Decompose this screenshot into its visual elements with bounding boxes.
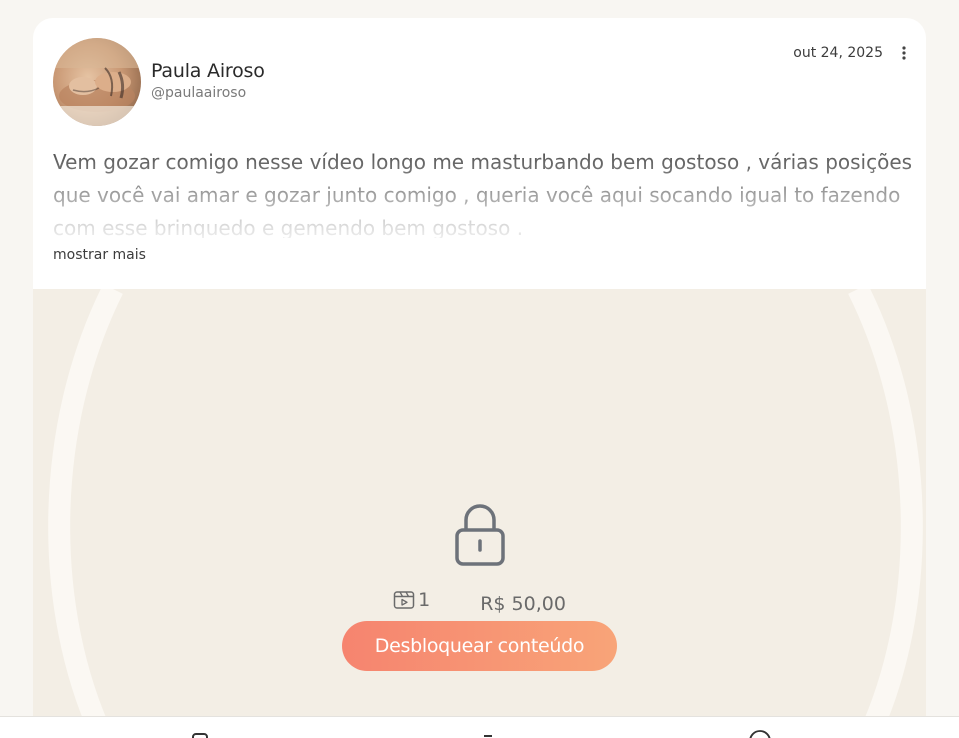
locked-media: 1 R$ 50,00 Desbloquear conteúdo bbox=[33, 289, 926, 738]
author-name[interactable]: Paula Airoso bbox=[151, 60, 265, 82]
show-more-link[interactable]: mostrar mais bbox=[53, 247, 146, 263]
author-handle[interactable]: @paulaairoso bbox=[151, 85, 246, 101]
vertical-dots-icon bbox=[902, 46, 906, 60]
video-count-value: 1 bbox=[418, 589, 431, 611]
post-date: out 24, 2025 bbox=[793, 45, 883, 61]
avatar-photo bbox=[53, 38, 141, 126]
post-card: Paula Airoso @paulaairoso out 24, 2025 V… bbox=[33, 18, 926, 738]
post-caption: Vem gozar comigo nesse vídeo longo me ma… bbox=[53, 146, 913, 238]
add-icon[interactable] bbox=[478, 731, 498, 738]
content-price: R$ 50,00 bbox=[480, 593, 566, 615]
media-meta: 1 R$ 50,00 bbox=[33, 589, 926, 615]
avatar[interactable] bbox=[53, 38, 141, 126]
bottom-navigation bbox=[0, 716, 959, 738]
unlock-content-button[interactable]: Desbloquear conteúdo bbox=[342, 621, 617, 671]
video-icon bbox=[393, 591, 415, 609]
profile-icon[interactable] bbox=[748, 729, 772, 738]
page: Paula Airoso @paulaairoso out 24, 2025 V… bbox=[0, 0, 959, 738]
video-count: 1 bbox=[393, 589, 430, 611]
more-options-button[interactable] bbox=[896, 42, 912, 64]
lock-icon bbox=[455, 504, 505, 566]
home-icon[interactable] bbox=[190, 731, 210, 738]
post-caption-text: Vem gozar comigo nesse vídeo longo me ma… bbox=[53, 150, 913, 238]
post-header: Paula Airoso @paulaairoso out 24, 2025 bbox=[33, 18, 926, 128]
